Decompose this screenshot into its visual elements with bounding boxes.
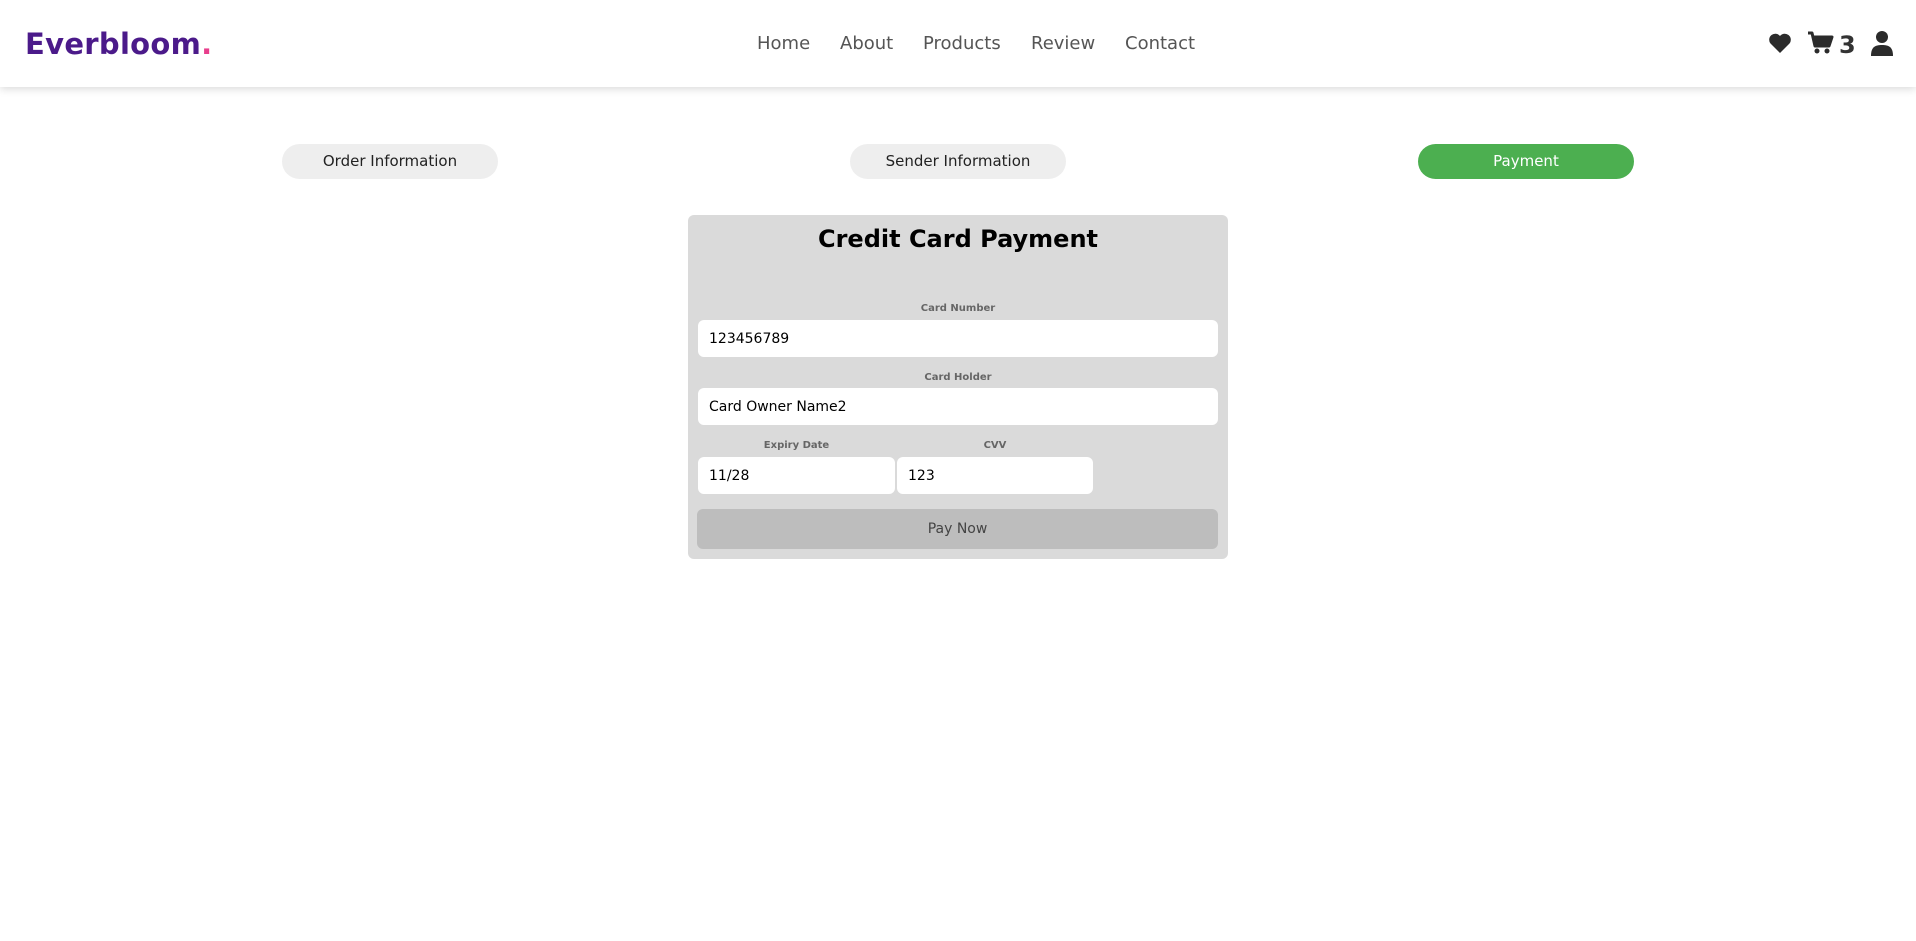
site-header: Everbloom. Home About Products Review Co…: [0, 0, 1916, 87]
cvv-label: CVV: [983, 440, 1007, 451]
card-holder-label: Card Holder: [924, 372, 992, 383]
nav-contact[interactable]: Contact: [1125, 33, 1195, 54]
cart-icon[interactable]: [1807, 31, 1835, 60]
pay-now-button[interactable]: Pay Now: [697, 509, 1218, 549]
cvv-input[interactable]: [897, 457, 1093, 494]
expiry-date-input[interactable]: [698, 457, 895, 494]
nav-review[interactable]: Review: [1031, 33, 1095, 54]
step-payment[interactable]: Payment: [1418, 144, 1634, 179]
payment-card: Credit Card Payment Card Number Card Hol…: [688, 215, 1228, 559]
user-icon[interactable]: [1871, 30, 1893, 60]
expiry-date-label: Expiry Date: [763, 440, 830, 451]
heart-icon[interactable]: [1768, 32, 1792, 58]
cart-count-badge[interactable]: 3: [1839, 31, 1856, 59]
card-number-input[interactable]: [698, 320, 1218, 357]
nav-products[interactable]: Products: [923, 33, 1001, 54]
main-nav: Home About Products Review Contact: [0, 33, 1916, 57]
card-number-label: Card Number: [920, 303, 996, 314]
nav-about[interactable]: About: [840, 33, 893, 54]
nav-home[interactable]: Home: [757, 33, 810, 54]
step-sender-information[interactable]: Sender Information: [850, 144, 1066, 179]
step-order-information[interactable]: Order Information: [282, 144, 498, 179]
payment-title: Credit Card Payment: [817, 225, 1099, 253]
card-holder-input[interactable]: [698, 388, 1218, 425]
